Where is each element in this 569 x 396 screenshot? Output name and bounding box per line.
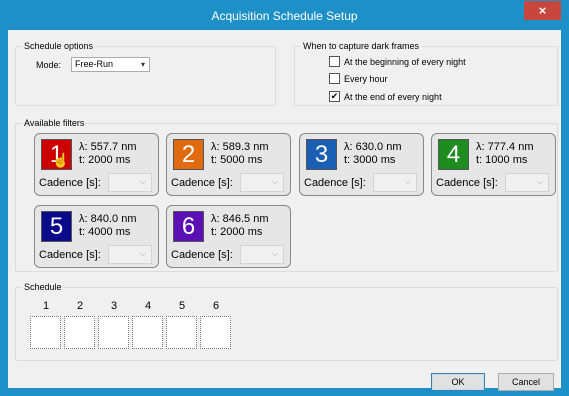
- dialog-client-area: Schedule options Mode: Free-Run ▾ When t…: [8, 30, 561, 391]
- filter-card[interactable]: 5 λ: 840.0 nm t: 4000 ms Cadence [s]: ⌵: [34, 205, 159, 268]
- mode-select[interactable]: Free-Run ▾: [71, 57, 150, 72]
- filter-exposure-time: t: 1000 ms: [476, 154, 528, 166]
- cadence-select[interactable]: ⌵: [505, 173, 549, 192]
- filter-card[interactable]: 3 λ: 630.0 nm t: 3000 ms Cadence [s]: ⌵: [299, 133, 424, 196]
- chevron-down-icon: ⌵: [139, 249, 146, 258]
- filter-card[interactable]: 2 λ: 589.3 nm t: 5000 ms Cadence [s]: ⌵: [166, 133, 291, 196]
- title-bar[interactable]: Acquisition Schedule Setup ×: [0, 0, 569, 30]
- schedule-options-group: Schedule options: [15, 41, 276, 106]
- filter-wavelength: λ: 589.3 nm: [211, 141, 269, 153]
- dark-frame-option-beginning[interactable]: At the beginning of every night: [329, 56, 466, 67]
- filter-wavelength: λ: 557.7 nm: [79, 141, 137, 153]
- ok-button[interactable]: OK: [431, 373, 485, 391]
- cadence-label: Cadence [s]:: [39, 177, 101, 189]
- schedule-slot[interactable]: [166, 316, 197, 349]
- filter-exposure-time: t: 2000 ms: [211, 226, 263, 238]
- filter-wavelength: λ: 840.0 nm: [79, 213, 137, 225]
- checkbox-end[interactable]: ✔: [329, 91, 340, 102]
- checkbox-hour[interactable]: [329, 73, 340, 84]
- filter-number: 4: [438, 139, 469, 170]
- cadence-select[interactable]: ⌵: [240, 173, 284, 192]
- dark-frame-option-label: At the beginning of every night: [344, 56, 466, 67]
- schedule-slot[interactable]: [30, 316, 61, 349]
- cadence-label: Cadence [s]:: [171, 177, 233, 189]
- cadence-label: Cadence [s]:: [39, 249, 101, 261]
- mode-select-value: Free-Run: [75, 59, 114, 69]
- filter-exposure-time: t: 5000 ms: [211, 154, 263, 166]
- window-title: Acquisition Schedule Setup: [211, 9, 358, 23]
- schedule-slot[interactable]: [200, 316, 231, 349]
- cadence-label: Cadence [s]:: [304, 177, 366, 189]
- schedule-slot[interactable]: [64, 316, 95, 349]
- mode-label: Mode:: [36, 60, 62, 70]
- filter-number: 2: [173, 139, 204, 170]
- cancel-button[interactable]: Cancel: [498, 373, 554, 391]
- dark-frame-option-hour[interactable]: Every hour: [329, 73, 388, 84]
- checkbox-beginning[interactable]: [329, 56, 340, 67]
- available-filters-label: Available filters: [22, 118, 87, 128]
- cadence-select[interactable]: ⌵: [108, 173, 152, 192]
- chevron-down-icon: ⌵: [536, 177, 543, 186]
- filter-card[interactable]: 4 λ: 777.4 nm t: 1000 ms Cadence [s]: ⌵: [431, 133, 556, 196]
- hand-cursor-icon: ☝: [52, 152, 70, 168]
- chevron-down-icon: ⌵: [271, 177, 278, 186]
- filter-number: 3: [306, 139, 337, 170]
- dark-frame-option-label: At the end of every night: [344, 91, 442, 102]
- chevron-down-icon: ⌵: [271, 249, 278, 258]
- schedule-group: Schedule: [15, 282, 558, 361]
- schedule-slot-number: 1: [42, 300, 50, 312]
- schedule-options-label: Schedule options: [22, 41, 96, 51]
- chevron-down-icon: ⌵: [404, 177, 411, 186]
- close-button[interactable]: ×: [524, 1, 561, 20]
- filter-number: 5: [41, 211, 72, 242]
- dark-frames-label: When to capture dark frames: [301, 41, 422, 51]
- schedule-slot-number: 3: [110, 300, 118, 312]
- filter-exposure-time: t: 2000 ms: [79, 154, 131, 166]
- schedule-slot-number: 4: [144, 300, 152, 312]
- cadence-select[interactable]: ⌵: [240, 245, 284, 264]
- schedule-slot-number: 5: [178, 300, 186, 312]
- filter-wavelength: λ: 777.4 nm: [476, 141, 534, 153]
- filter-wavelength: λ: 846.5 nm: [211, 213, 269, 225]
- filter-card[interactable]: 6 λ: 846.5 nm t: 2000 ms Cadence [s]: ⌵: [166, 205, 291, 268]
- schedule-slot-number: 2: [76, 300, 84, 312]
- cadence-label: Cadence [s]:: [436, 177, 498, 189]
- filter-wavelength: λ: 630.0 nm: [344, 141, 402, 153]
- schedule-slot[interactable]: [132, 316, 163, 349]
- dialog-window: Acquisition Schedule Setup × Schedule op…: [0, 0, 569, 396]
- cadence-label: Cadence [s]:: [171, 249, 233, 261]
- dark-frame-option-end[interactable]: ✔ At the end of every night: [329, 91, 442, 102]
- filter-exposure-time: t: 3000 ms: [344, 154, 396, 166]
- chevron-down-icon: ⌵: [139, 177, 146, 186]
- schedule-slot-number: 6: [212, 300, 220, 312]
- cadence-select[interactable]: ⌵: [108, 245, 152, 264]
- schedule-slot[interactable]: [98, 316, 129, 349]
- filter-exposure-time: t: 4000 ms: [79, 226, 131, 238]
- chevron-down-icon: ▾: [140, 60, 145, 69]
- filter-number: 6: [173, 211, 204, 242]
- dark-frame-option-label: Every hour: [344, 73, 388, 84]
- cadence-select[interactable]: ⌵: [373, 173, 417, 192]
- schedule-label: Schedule: [22, 282, 64, 292]
